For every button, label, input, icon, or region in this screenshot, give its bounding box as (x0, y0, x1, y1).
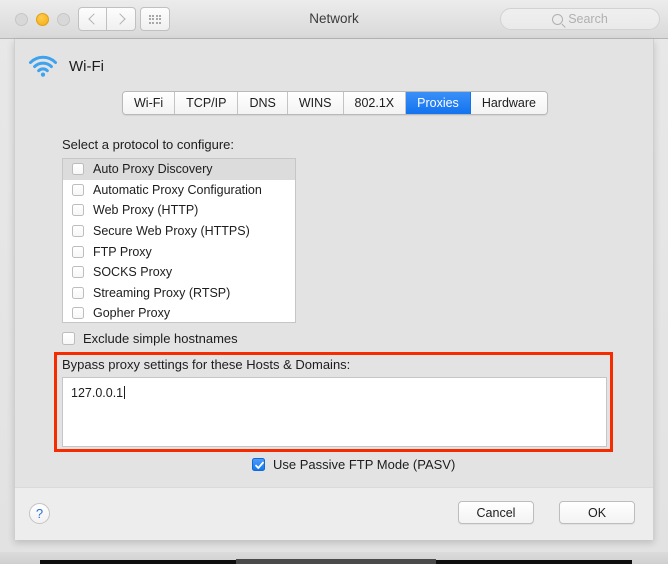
service-name: Wi-Fi (69, 57, 104, 75)
tab-bar: Wi-Fi TCP/IP DNS WINS 802.1X Proxies Hardware (15, 91, 655, 115)
protocol-row[interactable]: SOCKS Proxy (63, 262, 295, 283)
protocol-row[interactable]: Automatic Proxy Configuration (63, 180, 295, 201)
protocol-label: Auto Proxy Discovery (93, 162, 213, 177)
protocol-row[interactable]: Web Proxy (HTTP) (63, 200, 295, 221)
tab-dns[interactable]: DNS (238, 92, 288, 114)
screen: Network Search Wi-Fi Wi-Fi TCP/IP DNS WINS 8… (0, 0, 668, 564)
protocol-checkbox[interactable] (72, 163, 84, 176)
cancel-button[interactable]: Cancel (458, 501, 534, 524)
protocol-row[interactable]: FTP Proxy (63, 241, 295, 262)
proxies-sheet: Wi-Fi Wi-Fi TCP/IP DNS WINS 802.1X Proxies Har… (14, 39, 654, 540)
tab-802-1x[interactable]: 802.1X (343, 92, 407, 114)
protocol-section-label: Select a protocol to configure: (62, 137, 234, 152)
protocol-checkbox[interactable] (72, 266, 84, 279)
service-header: Wi-Fi (28, 55, 104, 77)
search-field[interactable]: Search (500, 8, 660, 30)
passive-ftp-row[interactable]: Use Passive FTP Mode (PASV) (252, 457, 455, 472)
ok-button[interactable]: OK (559, 501, 635, 524)
search-placeholder: Search (568, 12, 608, 26)
passive-ftp-checkbox[interactable] (252, 458, 265, 471)
passive-ftp-label: Use Passive FTP Mode (PASV) (273, 457, 456, 472)
tab-wins[interactable]: WINS (287, 92, 344, 114)
protocol-row[interactable]: Gopher Proxy (63, 303, 295, 322)
exclude-simple-hostnames-label: Exclude simple hostnames (83, 331, 238, 346)
protocol-label: Secure Web Proxy (HTTPS) (93, 224, 250, 239)
protocol-label: Streaming Proxy (RTSP) (93, 285, 231, 300)
tab-tcp-ip[interactable]: TCP/IP (175, 92, 239, 114)
exclude-simple-hostnames-row[interactable]: Exclude simple hostnames (62, 331, 238, 346)
wifi-icon (28, 55, 58, 77)
bypass-proxy-value: 127.0.0.1 (71, 386, 124, 400)
protocol-label: Automatic Proxy Configuration (93, 182, 262, 197)
protocol-label: Gopher Proxy (93, 306, 171, 321)
background-window-tab (236, 559, 436, 564)
help-button[interactable]: ? (29, 503, 50, 524)
protocol-label: SOCKS Proxy (93, 265, 173, 280)
search-icon (552, 13, 564, 25)
tab-wi-fi[interactable]: Wi-Fi (123, 92, 176, 114)
exclude-simple-hostnames-checkbox[interactable] (62, 332, 75, 345)
protocol-row[interactable]: Auto Proxy Discovery (63, 159, 295, 180)
protocol-label: Web Proxy (HTTP) (93, 203, 199, 218)
tab-hardware[interactable]: Hardware (470, 92, 547, 114)
bypass-proxy-input[interactable]: 127.0.0.1 (62, 377, 607, 447)
protocol-checkbox[interactable] (72, 245, 84, 258)
protocol-checkbox[interactable] (72, 183, 84, 196)
protocol-checkbox[interactable] (72, 204, 84, 217)
protocol-checkbox[interactable] (72, 225, 84, 238)
text-cursor (124, 386, 126, 399)
window-toolbar: Network Search (0, 0, 668, 39)
help-icon: ? (35, 506, 44, 521)
sheet-footer: ? Cancel OK (15, 487, 653, 540)
protocol-row[interactable]: Secure Web Proxy (HTTPS) (63, 221, 295, 242)
protocol-checkbox[interactable] (72, 307, 84, 320)
bypass-proxy-label: Bypass proxy settings for these Hosts & … (62, 357, 351, 372)
protocol-list[interactable]: Auto Proxy Discovery Automatic Proxy Conf… (62, 158, 296, 323)
tab-proxies[interactable]: Proxies (406, 92, 471, 114)
protocol-checkbox[interactable] (72, 286, 84, 299)
protocol-label: FTP Proxy (93, 244, 152, 259)
protocol-row[interactable]: Streaming Proxy (RTSP) (63, 283, 295, 304)
